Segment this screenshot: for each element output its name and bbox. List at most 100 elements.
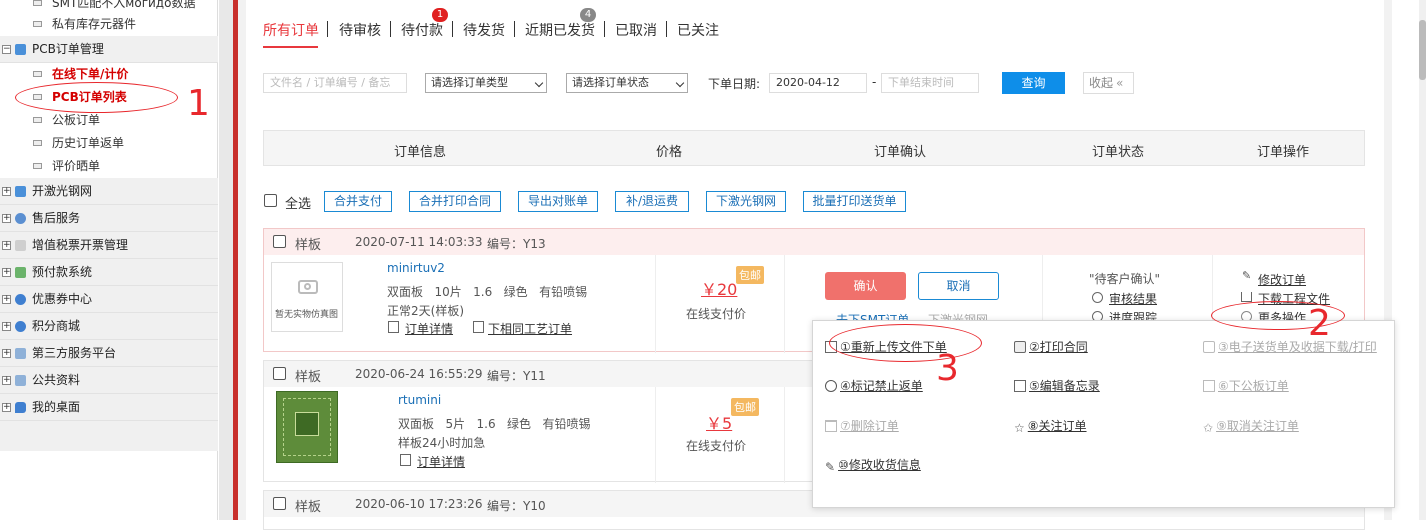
sidebar-item-smt-data[interactable]: SMT匹配不入могидо数据	[0, 0, 218, 14]
free-shipping-badge: 包邮	[731, 398, 759, 416]
tab-cancelled[interactable]: 已取消	[615, 20, 657, 40]
modify-order-link[interactable]: 修改订单	[1258, 271, 1306, 288]
query-button[interactable]: 查询	[1002, 72, 1065, 94]
select-all-checkbox[interactable]	[264, 194, 277, 207]
active-tab-underline	[263, 46, 318, 48]
sidebar-group-desktop[interactable]: + 我的桌面	[0, 394, 218, 421]
expand-icon[interactable]: −	[2, 45, 11, 54]
pcb-thumbnail	[276, 391, 338, 463]
file-icon	[33, 117, 42, 123]
order-name[interactable]: minirtuv2	[387, 261, 445, 275]
export-statement-button[interactable]: 导出对账单	[518, 191, 598, 212]
date-start-input[interactable]: 2020-04-12	[769, 73, 867, 93]
sidebar-group-third-party[interactable]: + 第三方服务平台	[0, 340, 218, 367]
sidebar-group-coupon[interactable]: + 优惠券中心	[0, 286, 218, 313]
file-icon	[33, 0, 42, 6]
unfollow-order-item[interactable]: ✩ ⑨取消关注订单	[1203, 417, 1299, 434]
edit-icon	[1014, 380, 1026, 392]
sidebar-group-public-data[interactable]: + 公共资料	[0, 367, 218, 394]
order-number: 编号：Y13	[487, 237, 546, 251]
collapse-button[interactable]: 收起 «	[1083, 72, 1134, 94]
order-status-select[interactable]: 请选择订单状态	[566, 73, 688, 93]
tab-pending-payment[interactable]: 待付款	[401, 20, 443, 40]
edit-icon: ✎	[1242, 269, 1252, 282]
freight-adjust-button[interactable]: 补/退运费	[615, 191, 689, 212]
expand-icon[interactable]: +	[2, 241, 11, 250]
order-detail-link[interactable]: 订单详情	[417, 453, 465, 470]
sidebar-group-prepay[interactable]: + 预付款系统	[0, 259, 218, 286]
batch-print-delivery-button[interactable]: 批量打印送货单	[803, 191, 906, 212]
order-checkbox[interactable]	[273, 367, 286, 380]
stencil-icon	[15, 186, 26, 197]
order-number: 编号：Y10	[487, 499, 546, 513]
order-checkbox[interactable]	[273, 497, 286, 510]
header-order-ops: 订单操作	[1257, 145, 1310, 160]
date-label: 下单日期:	[708, 77, 761, 91]
confirm-button[interactable]: 确认	[825, 272, 906, 300]
annotation-number-1: 1	[187, 83, 210, 124]
sidebar-group-invoice[interactable]: + 增值税票开票管理	[0, 232, 218, 259]
cancel-button[interactable]: 取消	[918, 272, 999, 300]
order-detail-link[interactable]: 订单详情	[405, 320, 453, 337]
review-result-link[interactable]: 审核结果	[1109, 290, 1157, 307]
modify-shipping-info-item[interactable]: ✎ ⑩修改收货信息	[825, 456, 921, 473]
follow-order-item[interactable]: ☆ ⑧关注订单	[1014, 417, 1087, 434]
order-price[interactable]: ￥20	[701, 276, 737, 300]
scrollbar-thumb[interactable]	[1419, 20, 1426, 80]
pcb-icon	[15, 44, 26, 55]
expand-icon[interactable]: +	[2, 376, 11, 385]
sidebar-group-pcb[interactable]: − PCB订单管理	[0, 36, 218, 63]
edit-memo-item[interactable]: ⑤编辑备忘录	[1014, 377, 1100, 394]
order-time: 2020-06-24 16:55:29	[355, 367, 483, 381]
document-icon	[473, 321, 484, 333]
header-order-status: 订单状态	[1092, 145, 1145, 160]
reorder-same-link[interactable]: 下相同工艺订单	[488, 320, 572, 337]
order-lead-time: 样板24小时加急	[398, 436, 486, 450]
tab-all-orders[interactable]: 所有订单	[263, 20, 319, 40]
expand-icon[interactable]: +	[2, 187, 11, 196]
sidebar-group-stencil[interactable]: + 开激光钢网	[0, 178, 218, 205]
sidebar-item-private-stock[interactable]: 私有库存元器件	[0, 13, 218, 35]
pending-payment-badge: 1	[432, 8, 448, 22]
public-board-order-item[interactable]: ⑥下公板订单	[1203, 377, 1289, 394]
order-name[interactable]: rtumini	[398, 393, 441, 407]
tab-separator	[327, 21, 328, 37]
expand-icon[interactable]: +	[2, 349, 11, 358]
mark-no-reorder-item[interactable]: ④标记禁止返单	[825, 377, 923, 394]
expand-icon[interactable]: +	[2, 214, 11, 223]
sidebar-item-history-reorder[interactable]: 历史订单返单	[0, 132, 218, 154]
window-icon	[15, 348, 26, 359]
header-order-confirm: 订单确认	[874, 145, 927, 160]
tab-pending-shipment[interactable]: 待发货	[463, 20, 505, 40]
expand-icon[interactable]: +	[2, 268, 11, 277]
sidebar-group-after-sales[interactable]: + 售后服务	[0, 205, 218, 232]
annotation-ellipse-3	[829, 324, 982, 362]
tab-followed[interactable]: 已关注	[677, 20, 719, 40]
delete-order-item[interactable]: ⑦删除订单	[825, 417, 899, 434]
star-icon: ☆	[1014, 421, 1025, 435]
sidebar-group-points[interactable]: + 积分商城	[0, 313, 218, 340]
ban-icon	[825, 380, 837, 392]
expand-icon[interactable]: +	[2, 295, 11, 304]
merge-print-contract-button[interactable]: 合并打印合同	[409, 191, 501, 212]
expand-icon[interactable]: +	[2, 322, 11, 331]
search-input[interactable]: 文件名 / 订单编号 / 备忘	[263, 73, 407, 93]
document-icon	[400, 454, 411, 466]
sidebar-item-review[interactable]: 评价晒单	[0, 155, 218, 177]
order-type-select[interactable]: 请选择订单类型	[425, 73, 547, 93]
tab-pending-review[interactable]: 待审核	[339, 20, 381, 40]
annotation-number-2: 2	[1308, 303, 1331, 344]
merge-pay-button[interactable]: 合并支付	[324, 191, 392, 212]
print-contract-item[interactable]: ②打印合同	[1014, 338, 1088, 355]
document-icon	[15, 240, 26, 251]
order-lead-time: 正常2天(样板)	[387, 304, 464, 318]
tab-separator	[390, 21, 391, 37]
order-checkbox[interactable]	[273, 235, 286, 248]
tab-separator	[452, 21, 453, 37]
date-end-input[interactable]: 下单结束时间	[881, 73, 979, 93]
expand-icon[interactable]: +	[2, 403, 11, 412]
delivery-receipt-item[interactable]: ③电子送货单及收据下载/打印	[1203, 338, 1377, 355]
order-price[interactable]: ￥5	[706, 410, 732, 434]
tab-recently-shipped[interactable]: 近期已发货	[525, 20, 595, 40]
order-stencil-button[interactable]: 下激光钢网	[706, 191, 786, 212]
